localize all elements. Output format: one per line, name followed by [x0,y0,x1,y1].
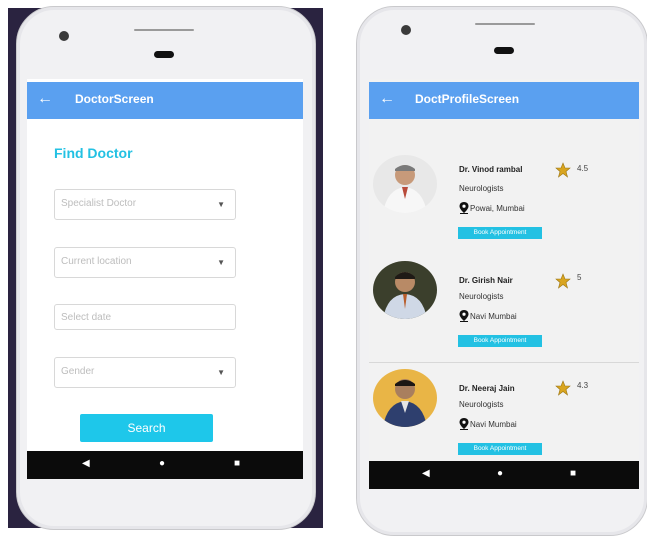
doctor-avatar [373,261,437,319]
star-icon [555,162,571,178]
chevron-down-icon: ▼ [217,368,225,377]
app-bar: ← DoctorScreen [27,82,303,119]
phone-doct-profile-screen: ← DoctProfileScreen Dr. Vinod rambal 4.5… [356,6,647,536]
doctor-name: Dr. Neeraj Jain [459,384,515,393]
doctor-location: Navi Mumbai [470,312,517,321]
app-bar: ← DoctProfileScreen [369,82,639,119]
date-placeholder: Select date [61,312,112,323]
doctor-rating: 5 [577,273,582,282]
search-button[interactable]: Search [80,414,213,442]
chevron-down-icon: ▼ [217,258,225,267]
doctor-specialty: Neurologists [459,184,504,193]
doctor-card: Dr. Neeraj Jain 4.3 Neurologists Navi Mu… [369,367,639,462]
back-triangle-icon[interactable]: ◀ [82,458,90,469]
gender-placeholder: Gender [61,366,95,377]
front-camera [59,31,69,41]
doct-profile-screen: ← DoctProfileScreen Dr. Vinod rambal 4.5… [369,79,639,489]
home-circle-icon[interactable]: ● [159,458,165,469]
system-nav-bar: ◀ ● ■ [27,451,303,479]
doctor-avatar [373,369,437,427]
app-bar-title: DoctorScreen [75,92,154,106]
speaker-slot [494,47,514,54]
doctor-location: Navi Mumbai [470,420,517,429]
gender-dropdown[interactable]: Gender ▼ [54,357,236,388]
doctor-rating: 4.5 [577,164,589,173]
location-pin-icon [459,202,469,214]
earpiece-line [475,23,535,25]
star-icon [555,273,571,289]
book-appointment-button[interactable]: Book Appointment [458,227,542,239]
specialist-placeholder: Specialist Doctor [61,198,137,209]
doctor-specialty: Neurologists [459,292,504,301]
location-pin-icon [459,310,469,322]
page-title: Find Doctor [54,145,133,161]
earpiece-line [134,29,194,31]
doctor-specialty: Neurologists [459,400,504,409]
recents-square-icon[interactable]: ■ [234,458,240,469]
star-icon [555,380,571,396]
back-triangle-icon[interactable]: ◀ [422,468,430,479]
doctor-card: Dr. Vinod rambal 4.5 Neurologists Powai,… [369,149,639,252]
front-camera [401,25,411,35]
location-placeholder: Current location [61,256,132,267]
speaker-slot [154,51,174,58]
phone-doctor-screen: ← DoctorScreen Find Doctor Specialist Do… [16,6,316,530]
doctor-avatar [373,155,437,213]
app-bar-title: DoctProfileScreen [415,92,520,106]
location-dropdown[interactable]: Current location ▼ [54,247,236,278]
location-pin-icon [459,418,469,430]
chevron-down-icon: ▼ [217,200,225,209]
home-circle-icon[interactable]: ● [497,468,503,479]
arrow-left-icon[interactable]: ← [37,90,53,108]
recents-square-icon[interactable]: ■ [570,468,576,479]
doctor-name: Dr. Girish Nair [459,276,513,285]
book-appointment-button[interactable]: Book Appointment [458,443,542,455]
doctor-name: Dr. Vinod rambal [459,165,523,174]
doctor-rating: 4.3 [577,381,589,390]
specialist-dropdown[interactable]: Specialist Doctor ▼ [54,189,236,220]
doctor-card: Dr. Girish Nair 5 Neurologists Navi Mumb… [369,259,639,363]
arrow-left-icon[interactable]: ← [379,90,395,108]
doctor-location: Powai, Mumbai [470,204,525,213]
date-field[interactable]: Select date [54,304,236,330]
book-appointment-button[interactable]: Book Appointment [458,335,542,347]
system-nav-bar: ◀ ● ■ [369,461,639,489]
doctor-screen: ← DoctorScreen Find Doctor Specialist Do… [27,79,303,479]
